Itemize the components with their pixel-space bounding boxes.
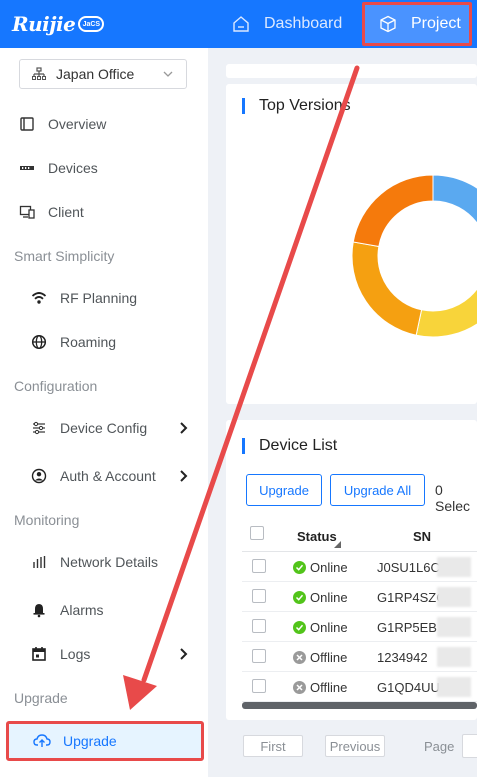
- annotation-arrow: [123, 65, 360, 710]
